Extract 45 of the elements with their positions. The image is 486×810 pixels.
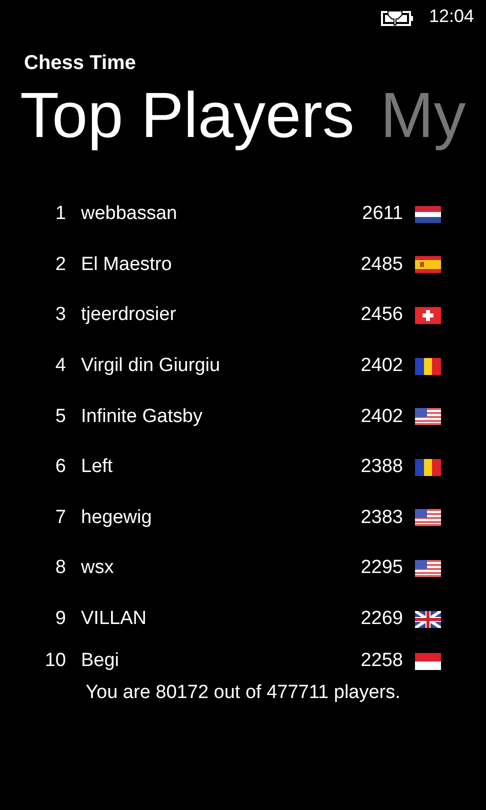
- player-name[interactable]: hegewig: [81, 506, 361, 529]
- rank-number: 1: [54, 203, 66, 226]
- player-rating: 2383: [360, 506, 403, 529]
- player-name[interactable]: Left: [81, 456, 361, 478]
- flag-icon: [415, 652, 441, 670]
- player-name[interactable]: wsx: [81, 557, 361, 580]
- rank-number: 9: [54, 608, 66, 630]
- player-name[interactable]: Infinite Gatsby: [81, 406, 361, 428]
- flag-icon: [415, 509, 441, 526]
- rank-number: 10: [44, 650, 66, 672]
- rank-number: 8: [54, 557, 66, 580]
- flag-icon: [415, 306, 441, 324]
- player-rating: 2269: [360, 608, 403, 630]
- flag-icon: [415, 560, 441, 577]
- app-title: Chess Time: [23, 52, 137, 75]
- rank-number: 7: [54, 506, 66, 529]
- player-name[interactable]: VILLAN: [81, 608, 361, 630]
- rank-number: 5: [54, 406, 66, 428]
- player-rating: 2402: [360, 355, 403, 378]
- player-rating: 2258: [360, 650, 403, 672]
- player-name[interactable]: Begi: [81, 650, 361, 672]
- flag-icon: [415, 256, 441, 274]
- player-rating: 2611: [362, 203, 403, 226]
- rank-number: 3: [54, 304, 66, 326]
- flag-icon: [415, 358, 441, 375]
- rank-number: 6: [54, 456, 66, 478]
- player-rating: 2485: [360, 254, 403, 276]
- player-name[interactable]: tjeerdrosier: [81, 304, 361, 326]
- player-rating: 2388: [360, 456, 403, 478]
- rank-number: 2: [54, 254, 66, 276]
- clock: 12:04: [428, 6, 474, 26]
- player-rating: 2456: [360, 304, 403, 326]
- player-name[interactable]: webbassan: [81, 203, 362, 226]
- player-rating: 2295: [360, 557, 403, 580]
- pivot-header[interactable]: My: [380, 77, 466, 153]
- flag-icon: [415, 610, 441, 628]
- player-count-text: You are 80172 out of 477711 players.: [84, 682, 402, 704]
- rank-number: 4: [54, 355, 66, 378]
- player-rating: 2402: [360, 406, 403, 428]
- player-name[interactable]: El Maestro: [81, 254, 361, 276]
- flag-icon: [415, 206, 441, 223]
- pivot-header[interactable]: Top Players: [20, 77, 354, 153]
- player-name[interactable]: Virgil din Giurgiu: [81, 355, 361, 378]
- flag-icon: [415, 408, 441, 426]
- flag-icon: [415, 458, 441, 476]
